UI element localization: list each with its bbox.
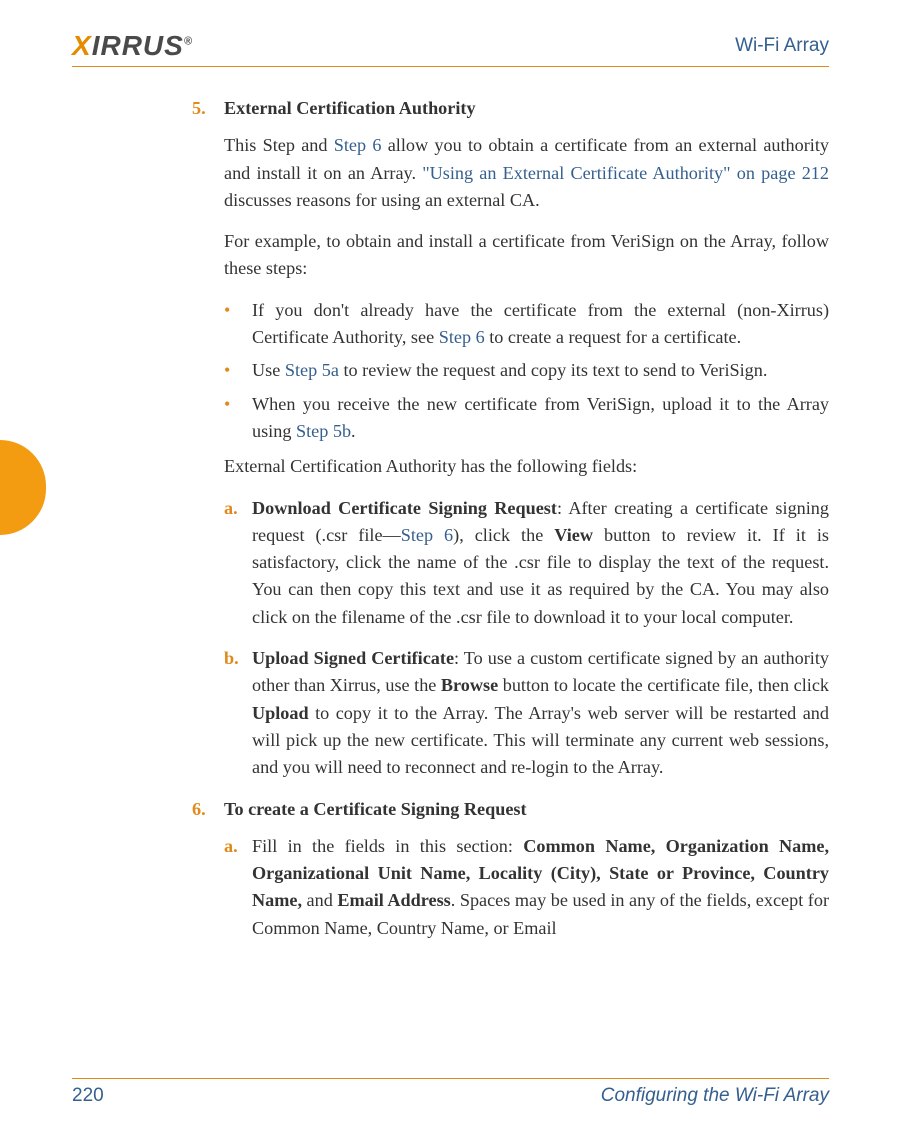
text: to copy it to the Array. The Array's web… bbox=[252, 703, 829, 778]
step-number: 6. bbox=[192, 796, 224, 823]
bold: Browse bbox=[441, 675, 498, 695]
text: Use bbox=[252, 360, 285, 380]
page-header: XIRRUS® Wi-Fi Array bbox=[72, 30, 829, 67]
bullet-text: When you receive the new certificate fro… bbox=[252, 391, 829, 446]
text: to create a request for a certificate. bbox=[485, 327, 741, 347]
link-step6[interactable]: Step 6 bbox=[439, 327, 485, 347]
bullet-item: • When you receive the new certificate f… bbox=[224, 391, 829, 446]
bullet-icon: • bbox=[224, 357, 252, 384]
logo-text: XIRRUS® bbox=[72, 30, 193, 62]
sub-label: a. bbox=[224, 833, 252, 942]
section6-sub-a: a. Fill in the fields in this section: C… bbox=[224, 833, 829, 942]
section5-paragraph3: External Certification Authority has the… bbox=[224, 453, 829, 480]
content: 5. External Certification Authority This… bbox=[72, 95, 829, 942]
text: and bbox=[302, 890, 337, 910]
logo: XIRRUS® bbox=[72, 30, 193, 62]
page-number: 220 bbox=[72, 1085, 104, 1107]
sub-text: Upload Signed Certificate: To use a cust… bbox=[252, 645, 829, 781]
section-5-heading: 5. External Certification Authority bbox=[192, 95, 829, 122]
bold: Upload Signed Certificate bbox=[252, 648, 454, 668]
link-external-ca[interactable]: "Using an External Certificate Authority… bbox=[422, 163, 829, 183]
text: button to locate the certificate file, t… bbox=[498, 675, 829, 695]
step-number: 5. bbox=[192, 95, 224, 122]
link-step6[interactable]: Step 6 bbox=[334, 135, 382, 155]
header-right: Wi-Fi Array bbox=[735, 35, 829, 57]
side-tab bbox=[0, 440, 46, 535]
logo-x: X bbox=[72, 30, 92, 61]
bold: View bbox=[554, 525, 593, 545]
link-step5b[interactable]: Step 5b bbox=[296, 421, 351, 441]
bullet-icon: • bbox=[224, 297, 252, 352]
section-6-heading: 6. To create a Certificate Signing Reque… bbox=[192, 796, 829, 823]
link-step6[interactable]: Step 6 bbox=[401, 525, 453, 545]
link-step5a[interactable]: Step 5a bbox=[285, 360, 339, 380]
bullet-list: • If you don't already have the certific… bbox=[224, 297, 829, 445]
sub-item-a: a. Download Certificate Signing Request:… bbox=[224, 495, 829, 631]
sub-label: a. bbox=[224, 495, 252, 631]
text: This Step and bbox=[224, 135, 334, 155]
page-footer: 220 Configuring the Wi-Fi Array bbox=[72, 1078, 829, 1107]
registered-mark: ® bbox=[184, 36, 193, 48]
section5-paragraph2: For example, to obtain and install a cer… bbox=[224, 228, 829, 283]
logo-rest: IRRUS bbox=[92, 30, 184, 61]
bullet-item: • If you don't already have the certific… bbox=[224, 297, 829, 352]
step-title: To create a Certificate Signing Request bbox=[224, 796, 527, 823]
bullet-text: Use Step 5a to review the request and co… bbox=[252, 357, 829, 384]
text: to review the request and copy its text … bbox=[339, 360, 768, 380]
bold: Upload bbox=[252, 703, 309, 723]
sub-text: Fill in the fields in this section: Comm… bbox=[252, 833, 829, 942]
bold: Email Address bbox=[337, 890, 450, 910]
sub-text: Download Certificate Signing Request: Af… bbox=[252, 495, 829, 631]
text: Fill in the fields in this section: bbox=[252, 836, 523, 856]
text: . bbox=[351, 421, 356, 441]
text: ), click the bbox=[453, 525, 554, 545]
section5-paragraph1: This Step and Step 6 allow you to obtain… bbox=[224, 132, 829, 214]
step-title: External Certification Authority bbox=[224, 95, 476, 122]
text: discusses reasons for using an external … bbox=[224, 190, 540, 210]
bullet-icon: • bbox=[224, 391, 252, 446]
section-name: Configuring the Wi-Fi Array bbox=[601, 1085, 829, 1107]
bold: Download Certificate Signing Request bbox=[252, 498, 557, 518]
sub-label: b. bbox=[224, 645, 252, 781]
bullet-text: If you don't already have the certificat… bbox=[252, 297, 829, 352]
bullet-item: • Use Step 5a to review the request and … bbox=[224, 357, 829, 384]
sub-item-b: b. Upload Signed Certificate: To use a c… bbox=[224, 645, 829, 781]
